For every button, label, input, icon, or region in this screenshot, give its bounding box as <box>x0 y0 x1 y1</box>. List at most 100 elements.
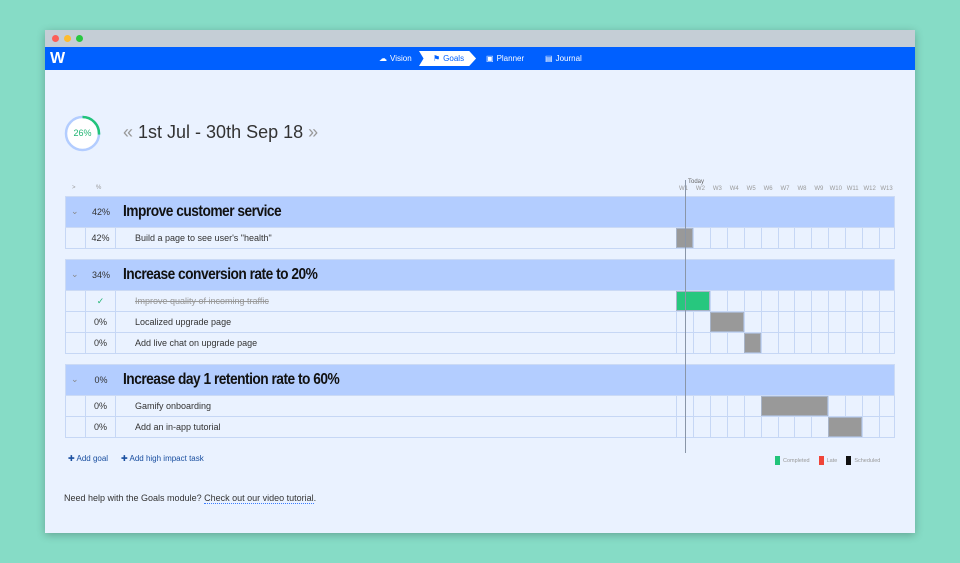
week-cell[interactable] <box>726 396 744 416</box>
week-cell[interactable] <box>760 291 778 311</box>
week-cell[interactable] <box>828 228 845 248</box>
week-cell[interactable] <box>726 228 744 248</box>
week-cell[interactable] <box>794 312 811 332</box>
goal-row[interactable]: ⌄ 34% Increase conversion rate to 20% <box>65 259 895 291</box>
week-cell[interactable] <box>709 291 727 311</box>
goal-title[interactable]: Increase conversion rate to 20% <box>123 266 318 284</box>
logo[interactable]: W <box>50 50 65 68</box>
week-cell[interactable] <box>845 312 862 332</box>
week-cell[interactable] <box>726 417 744 437</box>
week-cell[interactable] <box>692 396 710 416</box>
week-cell[interactable] <box>862 417 879 437</box>
week-cell[interactable] <box>794 228 811 248</box>
week-cell[interactable] <box>794 417 811 437</box>
week-cell[interactable] <box>760 333 778 353</box>
week-cell[interactable] <box>811 312 828 332</box>
week-cell[interactable] <box>811 333 828 353</box>
week-cell[interactable] <box>862 228 879 248</box>
chevron-down-icon[interactable]: ⌄ <box>71 269 79 280</box>
week-cell[interactable] <box>879 417 896 437</box>
week-cell[interactable] <box>828 291 845 311</box>
task-name[interactable]: Improve quality of incoming traffic <box>135 291 269 311</box>
close-window-button[interactable] <box>52 35 59 42</box>
week-cell[interactable] <box>726 333 744 353</box>
goal-title[interactable]: Increase day 1 retention rate to 60% <box>123 371 340 389</box>
task-row[interactable]: ✓ Improve quality of incoming traffic <box>65 291 895 312</box>
week-cell[interactable] <box>862 333 879 353</box>
week-cell[interactable] <box>828 396 845 416</box>
chevron-down-icon[interactable]: ⌄ <box>71 206 79 217</box>
week-cell[interactable] <box>811 291 828 311</box>
nav-planner[interactable]: ▣ Planner <box>486 54 524 63</box>
week-cell[interactable] <box>794 291 811 311</box>
video-tutorial-link[interactable]: Check out our video tutorial <box>204 493 314 504</box>
week-cell[interactable] <box>845 396 862 416</box>
chevron-down-icon[interactable]: ⌄ <box>71 374 79 385</box>
task-bar-scheduled[interactable] <box>743 333 761 353</box>
week-cell[interactable] <box>743 396 761 416</box>
week-cell[interactable] <box>811 417 828 437</box>
week-cell[interactable] <box>743 417 761 437</box>
add-goal-button[interactable]: ✚ Add goal <box>68 454 108 463</box>
task-name[interactable]: Localized upgrade page <box>135 312 231 332</box>
week-cell[interactable] <box>743 228 761 248</box>
nav-vision[interactable]: ☁ Vision <box>379 54 412 63</box>
week-cell[interactable] <box>726 291 744 311</box>
week-cell[interactable] <box>709 228 727 248</box>
expand-all-toggle[interactable]: > <box>72 185 76 191</box>
week-cell[interactable] <box>828 333 845 353</box>
week-cell[interactable] <box>743 291 761 311</box>
week-cell[interactable] <box>879 396 896 416</box>
week-cell[interactable] <box>709 417 727 437</box>
task-name[interactable]: Gamify onboarding <box>135 396 211 416</box>
goal-title[interactable]: Improve customer service <box>123 203 282 221</box>
task-name[interactable]: Build a page to see user's "health" <box>135 228 272 248</box>
nav-journal[interactable]: ▤ Journal <box>545 54 582 63</box>
week-cell[interactable] <box>777 333 795 353</box>
nav-goals[interactable]: ⚑ Goals <box>419 51 477 66</box>
next-period-button[interactable]: » <box>308 122 318 142</box>
week-cell[interactable] <box>794 333 811 353</box>
week-cell[interactable] <box>845 228 862 248</box>
week-cell[interactable] <box>777 291 795 311</box>
week-cell[interactable] <box>777 312 795 332</box>
week-cell[interactable] <box>862 312 879 332</box>
week-cell[interactable] <box>709 333 727 353</box>
week-cell[interactable] <box>828 312 845 332</box>
week-cell[interactable] <box>692 417 710 437</box>
minimize-window-button[interactable] <box>64 35 71 42</box>
goal-row[interactable]: ⌄ 42% Improve customer service <box>65 196 895 228</box>
week-cell[interactable] <box>777 228 795 248</box>
task-name[interactable]: Add live chat on upgrade page <box>135 333 257 353</box>
task-bar-scheduled[interactable] <box>760 396 829 416</box>
week-cell[interactable] <box>811 228 828 248</box>
week-cell[interactable] <box>862 396 879 416</box>
add-task-button[interactable]: ✚ Add high impact task <box>121 454 204 463</box>
week-cell[interactable] <box>879 228 896 248</box>
task-bar-scheduled[interactable] <box>828 417 863 437</box>
week-cell[interactable] <box>709 396 727 416</box>
week-cell[interactable] <box>845 333 862 353</box>
week-cell[interactable] <box>879 312 896 332</box>
week-cell[interactable] <box>777 417 795 437</box>
week-cell[interactable] <box>743 312 761 332</box>
week-cell[interactable] <box>760 228 778 248</box>
task-row[interactable]: 0% Add an in-app tutorial <box>65 417 895 438</box>
week-cell[interactable] <box>760 417 778 437</box>
week-cell[interactable] <box>862 291 879 311</box>
week-cell[interactable] <box>760 312 778 332</box>
goal-row[interactable]: ⌄ 0% Increase day 1 retention rate to 60… <box>65 364 895 396</box>
task-name[interactable]: Add an in-app tutorial <box>135 417 221 437</box>
week-cell[interactable] <box>692 228 710 248</box>
week-cell[interactable] <box>845 291 862 311</box>
task-bar-completed[interactable] <box>676 291 710 311</box>
prev-period-button[interactable]: « <box>123 122 133 142</box>
week-cell[interactable] <box>879 291 896 311</box>
task-row[interactable]: 42% Build a page to see user's "health" <box>65 228 895 249</box>
week-cell[interactable] <box>879 333 896 353</box>
task-row[interactable]: 0% Gamify onboarding <box>65 396 895 417</box>
task-row[interactable]: 0% Localized upgrade page <box>65 312 895 333</box>
week-cell[interactable] <box>692 312 710 332</box>
maximize-window-button[interactable] <box>76 35 83 42</box>
week-cell[interactable] <box>692 333 710 353</box>
